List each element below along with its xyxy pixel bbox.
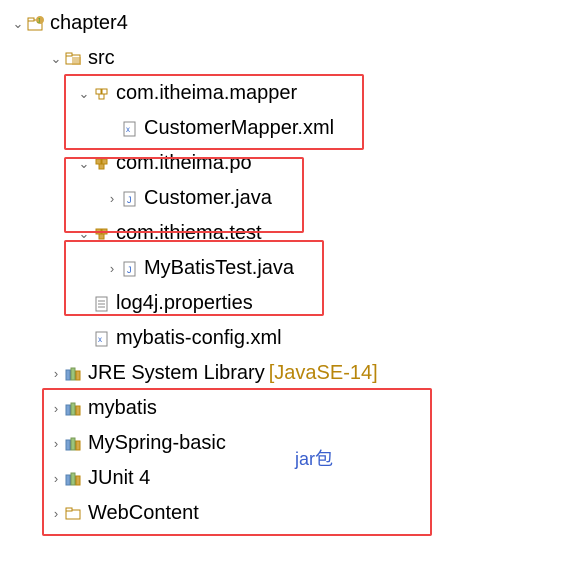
svg-text:x: x (126, 125, 130, 134)
tree-item-file[interactable]: › J MyBatisTest.java (4, 251, 582, 286)
library-icon (64, 437, 84, 451)
expand-arrow[interactable]: › (48, 436, 64, 451)
folder-icon (64, 507, 84, 521)
expand-arrow[interactable]: ⌄ (76, 86, 92, 102)
xml-file-icon: x (120, 121, 140, 137)
expand-arrow[interactable]: › (48, 471, 64, 486)
tree-label: JUnit 4 (88, 467, 150, 490)
expand-arrow[interactable]: ⌄ (76, 156, 92, 172)
tree-item-library[interactable]: › JRE System Library [JavaSE-14] (4, 356, 582, 391)
tree-item-package[interactable]: ⌄ com.itheima.mapper (4, 76, 582, 111)
svg-text:J: J (127, 265, 132, 275)
library-hint: [JavaSE-14] (269, 362, 378, 385)
expand-arrow[interactable]: ⌄ (48, 51, 64, 67)
package-icon (92, 227, 112, 241)
tree-label: src (88, 47, 115, 70)
library-icon (64, 367, 84, 381)
tree-label: com.itheima.po (116, 152, 252, 175)
tree-item-project[interactable]: ⌄ J chapter4 (4, 6, 582, 41)
expand-arrow[interactable]: › (48, 401, 64, 416)
expand-arrow[interactable]: › (48, 506, 64, 521)
java-file-icon: J (120, 261, 140, 277)
tree-item-file[interactable]: › J Customer.java (4, 181, 582, 216)
project-explorer-tree: ⌄ J chapter4 ⌄ src ⌄ com.itheima.mapper … (0, 0, 586, 537)
expand-arrow[interactable]: ⌄ (76, 226, 92, 242)
library-icon (64, 402, 84, 416)
tree-item-file[interactable]: log4j.properties (4, 286, 582, 321)
tree-item-file[interactable]: x mybatis-config.xml (4, 321, 582, 356)
package-icon (92, 157, 112, 171)
expand-arrow[interactable]: › (48, 366, 64, 381)
tree-item-library[interactable]: › JUnit 4 (4, 461, 582, 496)
tree-item-package[interactable]: ⌄ com.itheima.po (4, 146, 582, 181)
tree-label: chapter4 (50, 12, 128, 35)
tree-item-library[interactable]: › MySpring-basic (4, 426, 582, 461)
java-file-icon: J (120, 191, 140, 207)
tree-item-src[interactable]: ⌄ src (4, 41, 582, 76)
xml-file-icon: x (92, 331, 112, 347)
tree-label: com.ithiema.test (116, 222, 262, 245)
tree-label: mybatis-config.xml (116, 327, 282, 350)
tree-label: CustomerMapper.xml (144, 117, 334, 140)
tree-label: Customer.java (144, 187, 272, 210)
tree-label: mybatis (88, 397, 157, 420)
svg-text:x: x (98, 335, 102, 344)
tree-label: MyBatisTest.java (144, 257, 294, 280)
tree-label: log4j.properties (116, 292, 253, 315)
svg-text:J: J (127, 195, 132, 205)
tree-label: WebContent (88, 502, 199, 525)
tree-item-folder[interactable]: › WebContent (4, 496, 582, 531)
properties-file-icon (92, 296, 112, 312)
tree-item-file[interactable]: x CustomerMapper.xml (4, 111, 582, 146)
expand-arrow[interactable]: › (104, 191, 120, 206)
project-icon: J (26, 16, 46, 32)
tree-label: JRE System Library (88, 362, 265, 385)
expand-arrow[interactable]: › (104, 261, 120, 276)
tree-label: com.itheima.mapper (116, 82, 297, 105)
source-folder-icon (64, 52, 84, 66)
expand-arrow[interactable]: ⌄ (10, 16, 26, 32)
jar-annotation: jar包 (295, 445, 333, 471)
library-icon (64, 472, 84, 486)
tree-item-package[interactable]: ⌄ com.ithiema.test (4, 216, 582, 251)
svg-text:J: J (37, 18, 41, 25)
tree-item-library[interactable]: › mybatis (4, 391, 582, 426)
tree-label: MySpring-basic (88, 432, 226, 455)
package-icon (92, 87, 112, 101)
